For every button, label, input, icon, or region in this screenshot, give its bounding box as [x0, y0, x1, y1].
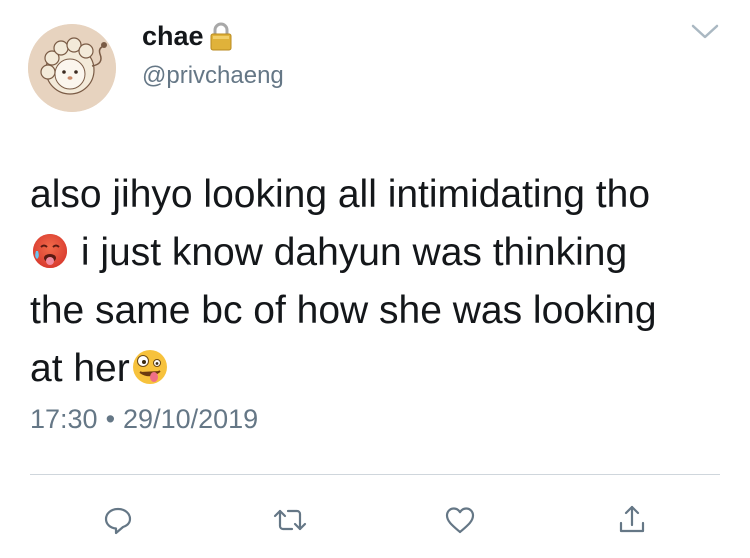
tweet-text-line: i just know dahyun was thinking	[70, 231, 628, 274]
reply-button[interactable]	[98, 500, 138, 540]
separator-dot: •	[105, 404, 116, 434]
tweet-timestamp: 17:30 • 29/10/2019	[30, 404, 258, 435]
zany-face-emoji-icon	[130, 346, 170, 386]
tweet-text-line: also jihyo looking all intimidating tho	[30, 173, 651, 216]
retweet-icon	[273, 509, 307, 531]
lion-avatar-icon	[28, 24, 116, 112]
avatar[interactable]	[28, 24, 116, 112]
tweet-text-line-with-emoji: i just know dahyun was thinking	[30, 224, 730, 282]
reply-icon	[104, 507, 132, 535]
tweet-text: also jihyo looking all intimidating tho …	[30, 166, 730, 398]
tweet-date: 29/10/2019	[123, 404, 259, 434]
lock-icon	[208, 20, 234, 52]
share-button[interactable]	[612, 500, 652, 540]
author-name-row[interactable]: chae	[142, 20, 234, 52]
tweet-text-line-with-emoji: at her	[30, 340, 730, 398]
chevron-down-icon[interactable]	[690, 22, 720, 42]
divider	[30, 474, 720, 475]
like-icon	[445, 507, 475, 534]
tweet-time: 17:30	[30, 404, 98, 434]
retweet-button[interactable]	[270, 500, 310, 540]
user-handle[interactable]: @privchaeng	[142, 62, 284, 90]
share-icon	[619, 505, 645, 533]
tweet-text-line: the same bc of how she was looking	[30, 289, 657, 332]
display-name[interactable]: chae	[142, 21, 204, 52]
like-button[interactable]	[440, 500, 480, 540]
tweet-text-line: at her	[30, 347, 130, 390]
hot-face-emoji-icon	[30, 230, 70, 270]
